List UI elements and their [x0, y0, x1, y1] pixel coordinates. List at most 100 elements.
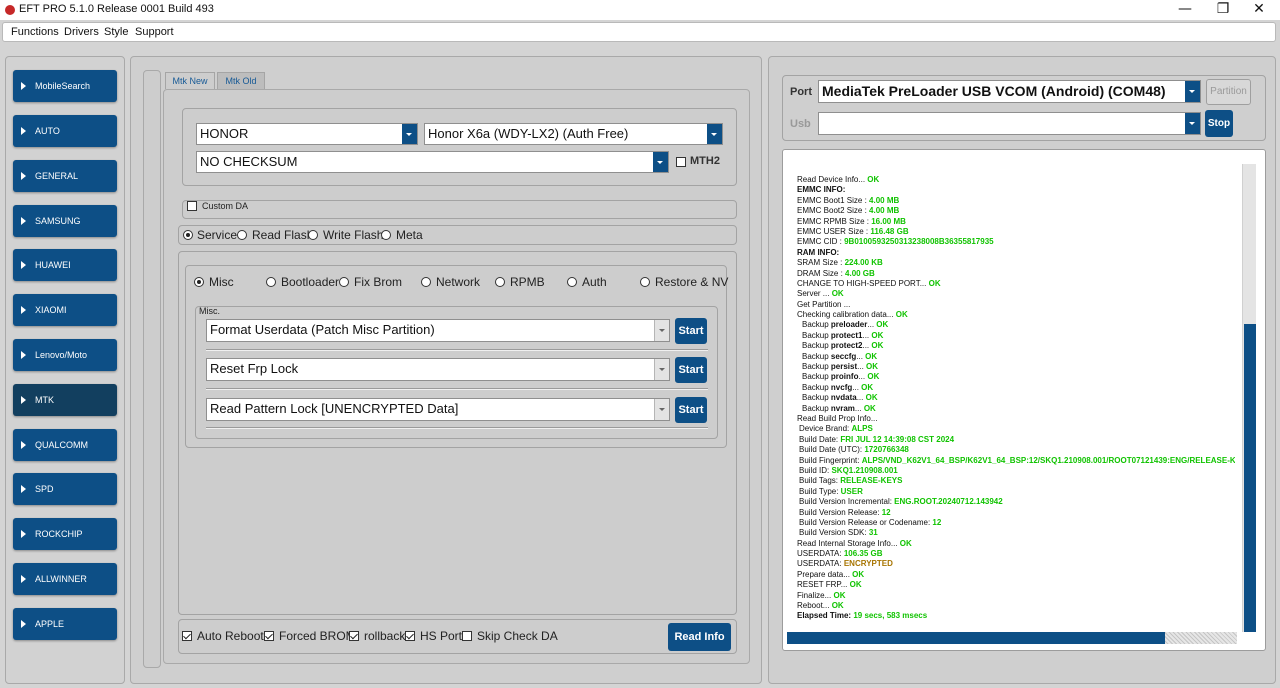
log-line: Build Version Incremental: ENG.ROOT.2024… — [797, 497, 1235, 507]
menu-functions[interactable]: Functions — [11, 26, 59, 38]
log-value: OK — [852, 569, 865, 579]
log-value: 106.35 GB — [843, 549, 883, 559]
radio-rpmb[interactable] — [495, 277, 505, 287]
log-key: EMMC RPMB Size : — [797, 216, 872, 226]
radio-misc[interactable] — [194, 277, 204, 287]
close-button[interactable]: ✕ — [1241, 0, 1277, 20]
radio-service[interactable] — [183, 230, 193, 240]
start-button-reset-frp[interactable]: Start — [675, 357, 707, 383]
misc-operation-select-1[interactable]: Format Userdata (Patch Misc Partition) — [206, 319, 670, 342]
log-line: USERDATA: ENCRYPTED — [797, 559, 1235, 569]
log-value: OK — [849, 580, 862, 590]
log-value: ENG.ROOT.20240712.143942 — [894, 497, 1003, 507]
partition-button[interactable]: Partition — [1206, 79, 1251, 105]
log-partition: proinfo — [830, 372, 859, 382]
log-line: Backup protect1... OK — [797, 331, 1235, 341]
log-scrollbar[interactable] — [1242, 164, 1256, 632]
read-info-button[interactable]: Read Info — [668, 623, 731, 651]
sidebar-item-mtk[interactable]: MTK — [13, 384, 117, 416]
start-button-format-userdata[interactable]: Start — [675, 318, 707, 344]
sidebar-item-mobilesearch[interactable]: MobileSearch — [13, 70, 117, 102]
label-network: Network — [436, 275, 481, 289]
radio-read-flash[interactable] — [237, 230, 247, 240]
log-partition: nvdata — [830, 393, 857, 403]
scrollbar-thumb[interactable] — [1244, 324, 1256, 632]
brand-select[interactable]: HONOR — [196, 123, 418, 145]
log-key: Build Version Release: — [799, 507, 882, 517]
log-partition: nvcfg — [830, 382, 853, 392]
sidebar-item-qualcomm[interactable]: QUALCOMM — [13, 429, 117, 461]
radio-network[interactable] — [421, 277, 431, 287]
log-key: Build Version SDK: — [799, 528, 869, 538]
log-key: Backup — [802, 393, 831, 403]
radio-fix-brom[interactable] — [339, 277, 349, 287]
sidebar-item-spd[interactable]: SPD — [13, 473, 117, 505]
sidebar-item-general[interactable]: GENERAL — [13, 160, 117, 192]
log-key: Get Partition ... — [797, 299, 851, 309]
log-value: 9B0100593250313238008B36355817935 — [844, 237, 994, 247]
log-line: EMMC Boot2 Size : 4.00 MB — [797, 206, 1235, 216]
radio-meta[interactable] — [381, 230, 391, 240]
checksum-select[interactable]: NO CHECKSUM — [196, 151, 669, 173]
menu-support[interactable]: Support — [135, 26, 174, 38]
radio-bootloader[interactable] — [266, 277, 276, 287]
tab-mtk-old[interactable]: Mtk Old — [217, 72, 265, 89]
log-key: RESET FRP... — [797, 580, 850, 590]
menu-style[interactable]: Style — [104, 26, 128, 38]
model-select[interactable]: Honor X6a (WDY-LX2) (Auth Free) — [424, 123, 723, 145]
log-value: 1720766348 — [864, 445, 909, 455]
sidebar-item-auto[interactable]: AUTO — [13, 115, 117, 147]
play-icon — [21, 82, 26, 90]
log-line: Reboot... OK — [797, 601, 1235, 611]
log-value: 31 — [868, 528, 878, 538]
usb-select[interactable] — [818, 112, 1201, 135]
sidebar-item-samsung[interactable]: SAMSUNG — [13, 205, 117, 237]
sidebar-item-xiaomi[interactable]: XIAOMI — [13, 294, 117, 326]
hs-port-checkbox[interactable] — [405, 631, 415, 641]
auto-reboot-checkbox[interactable] — [182, 631, 192, 641]
log-key: Backup — [802, 330, 831, 340]
play-icon — [21, 396, 26, 404]
log-line: Build ID: SKQ1.210908.001 — [797, 466, 1235, 476]
radio-restore-nv[interactable] — [640, 277, 650, 287]
log-key: EMMC USER Size : — [797, 226, 871, 236]
start-button-read-pattern[interactable]: Start — [675, 397, 707, 423]
play-icon — [21, 620, 26, 628]
log-value: 224.00 KB — [844, 258, 883, 268]
log-line: Prepare data... OK — [797, 570, 1235, 580]
sidebar-item-lenovo-moto[interactable]: Lenovo/Moto — [13, 339, 117, 371]
sidebar-item-allwinner[interactable]: ALLWINNER — [13, 563, 117, 595]
sidebar-item-huawei[interactable]: HUAWEI — [13, 249, 117, 281]
sidebar: MobileSearch AUTO GENERAL SAMSUNG HUAWEI… — [5, 56, 125, 684]
misc-operation-select-2[interactable]: Reset Frp Lock — [206, 358, 670, 381]
log-key: EMMC Boot1 Size : — [797, 195, 870, 205]
log-line: Backup nvram... OK — [797, 404, 1235, 414]
minimize-button[interactable]: — — [1167, 0, 1203, 20]
custom-da-checkbox[interactable] — [187, 201, 197, 211]
log-key: Build Tags: — [799, 476, 841, 486]
port-select[interactable]: MediaTek PreLoader USB VCOM (Android) (C… — [818, 80, 1201, 103]
log-key-suffix: ... — [856, 393, 866, 403]
log-key-suffix: ... — [856, 351, 866, 361]
log-key-suffix: ... — [854, 403, 864, 413]
log-line: Read Device Info... OK — [797, 175, 1235, 185]
log-key: Build Date (UTC): — [799, 445, 865, 455]
skip-check-da-checkbox[interactable] — [462, 631, 472, 641]
menu-drivers[interactable]: Drivers — [64, 26, 99, 38]
tab-mtk-new[interactable]: Mtk New — [165, 72, 215, 89]
forced-brom-checkbox[interactable] — [264, 631, 274, 641]
radio-write-flash[interactable] — [308, 230, 318, 240]
port-label: Port — [790, 86, 812, 98]
rollback-checkbox[interactable] — [349, 631, 359, 641]
custom-da-group — [182, 200, 737, 219]
maximize-button[interactable]: ❐ — [1205, 0, 1241, 20]
mth2-checkbox[interactable] — [676, 157, 686, 167]
radio-auth[interactable] — [567, 277, 577, 287]
chevron-down-icon — [654, 320, 669, 341]
misc-operation-select-3[interactable]: Read Pattern Lock [UNENCRYPTED Data] — [206, 398, 670, 421]
sidebar-item-rockchip[interactable]: ROCKCHIP — [13, 518, 117, 550]
log-value: OK — [899, 538, 912, 548]
log-panel[interactable]: Read Device Info... OK EMMC INFO: EMMC Boo… — [782, 149, 1266, 651]
stop-button[interactable]: Stop — [1205, 110, 1233, 137]
sidebar-item-apple[interactable]: APPLE — [13, 608, 117, 640]
